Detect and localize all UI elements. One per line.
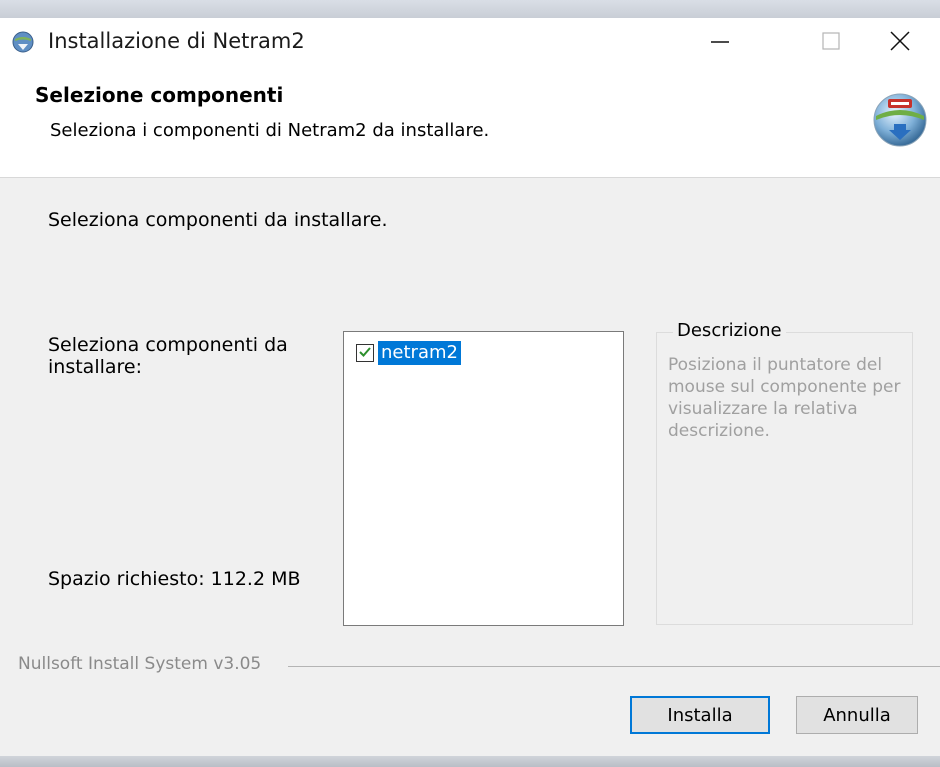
component-checkbox[interactable] [356,344,374,362]
component-label: netram2 [378,341,461,365]
component-item-netram2[interactable]: netram2 [356,341,461,365]
title-bar[interactable]: Installazione di Netram2 [0,18,940,68]
desktop-strip-top [0,0,940,18]
installer-window: Installazione di Netram2 Selezione compo… [0,0,940,767]
desktop-strip-bottom [0,756,940,767]
description-group: Descrizione Posiziona il puntatore del m… [656,320,913,625]
installer-globe-icon [12,31,34,53]
window-title: Installazione di Netram2 [48,29,305,53]
branding-text: Nullsoft Install System v3.05 [18,654,266,674]
minimize-button[interactable] [675,18,765,68]
page-title: Selezione componenti [35,83,284,107]
description-legend: Descrizione [673,320,786,341]
branding-divider [288,666,940,667]
space-required-text: Spazio richiesto: 112.2 MB [48,568,301,590]
close-icon [889,30,911,56]
installer-logo-icon [870,90,930,150]
minimize-icon [710,31,730,55]
checkmark-icon [358,344,372,363]
description-text: Posiziona il puntatore del mouse sul com… [668,355,901,441]
intro-text: Seleziona componenti da installare. [48,209,388,231]
components-label: Seleziona componenti da installare: [48,334,288,378]
page-subtitle: Seleziona i componenti di Netram2 da ins… [50,120,490,141]
install-button[interactable]: Installa [630,696,770,734]
page-header: Selezione componenti Seleziona i compone… [0,68,940,178]
close-button[interactable] [860,18,940,68]
components-tree[interactable]: netram2 [343,331,624,626]
maximize-icon [821,31,841,55]
cancel-button[interactable]: Annulla [796,696,918,734]
